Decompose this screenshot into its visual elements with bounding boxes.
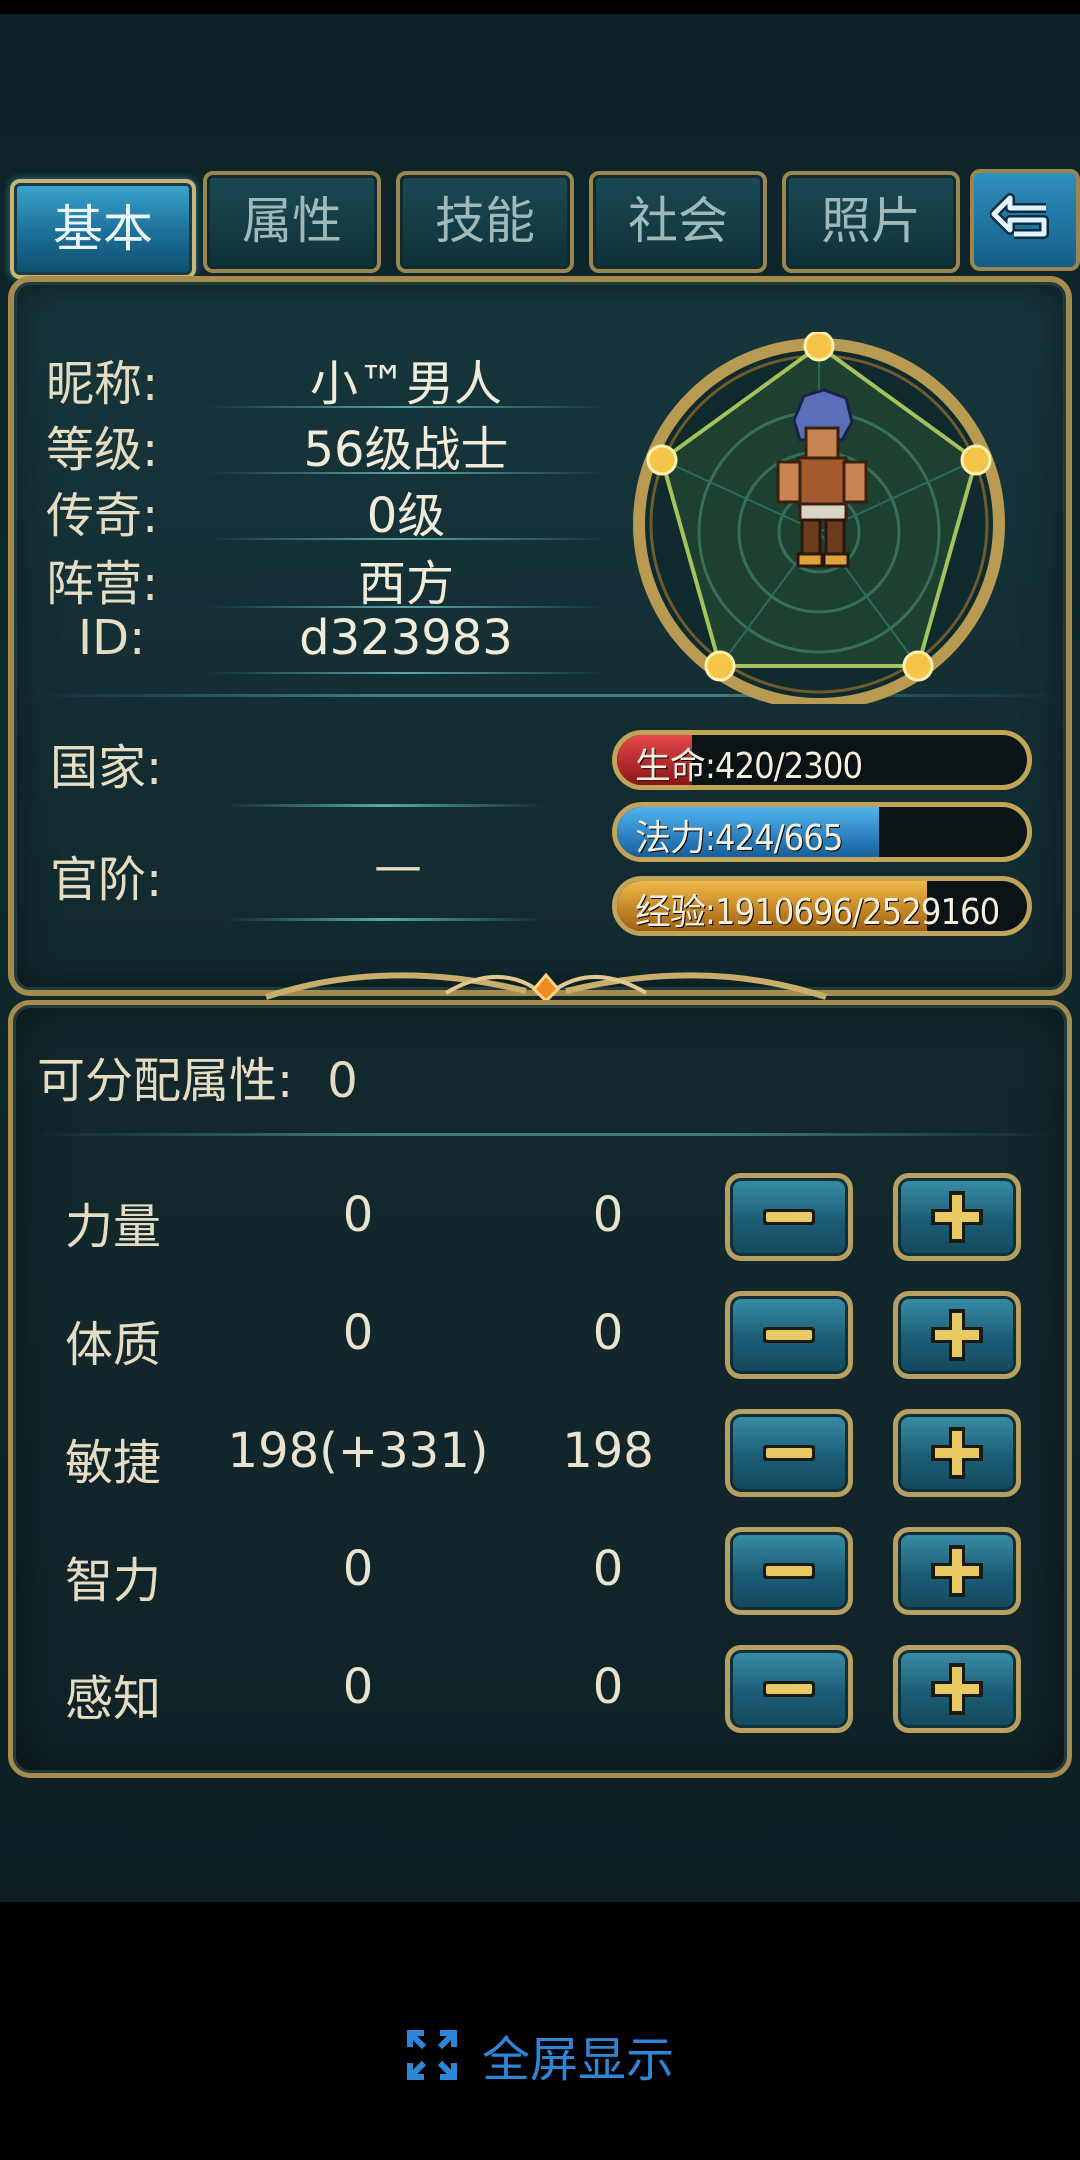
level-value: 56级战士 (303, 422, 509, 478)
character-avatar (633, 332, 1005, 704)
tab-skills[interactable]: 技能 (396, 171, 574, 273)
divider (33, 1133, 1057, 1136)
attr-name: 敏捷 (65, 1435, 162, 1491)
plus-icon (931, 1309, 983, 1361)
attr-row-constitution: 体质 0 0 (13, 1291, 1077, 1381)
exp-bar: 经验:1910696/2529160 (612, 876, 1032, 936)
attr-name: 感知 (65, 1671, 162, 1727)
attr-name: 体质 (65, 1317, 162, 1373)
faction-label: 阵营: (46, 556, 159, 612)
strength-minus-button[interactable] (725, 1173, 853, 1261)
faction-value: 西方 (357, 556, 454, 612)
tab-basic[interactable]: 基本 (10, 179, 196, 279)
id-label: ID: (78, 610, 146, 666)
attr-value: 0 (342, 1541, 374, 1597)
plus-icon (931, 1191, 983, 1243)
underline (206, 606, 606, 608)
level-label: 等级: (46, 422, 159, 478)
underline (206, 672, 606, 674)
game-screen: 基本 属性 技能 社会 照片 昵称: 小™男人 等级: 56级战士 传奇: 0级 (0, 14, 1080, 1902)
attr-base: 0 (592, 1305, 624, 1361)
minus-icon (763, 1681, 815, 1697)
tab-bar: 基本 属性 技能 社会 照片 (0, 149, 1080, 281)
free-points: 可分配属性: 0 (37, 1041, 358, 1111)
back-button[interactable] (970, 169, 1080, 271)
attr-base: 0 (592, 1187, 624, 1243)
attr-base: 0 (592, 1541, 624, 1597)
mp-text: 法力:424/665 (635, 818, 843, 859)
attr-value: 0 (342, 1305, 374, 1361)
agility-plus-button[interactable] (893, 1409, 1021, 1497)
expand-icon (406, 2030, 457, 2080)
tab-social[interactable]: 社会 (589, 171, 767, 273)
panel-ornament (265, 972, 827, 1004)
underline (206, 538, 606, 540)
attr-base: 0 (592, 1659, 624, 1715)
return-arrow-icon (990, 193, 1049, 239)
tab-attributes[interactable]: 属性 (203, 171, 381, 273)
minus-icon (763, 1445, 815, 1461)
fullscreen-label: 全屏显示 (481, 2032, 674, 2088)
rank-label: 官阶: (50, 852, 163, 908)
minus-icon (763, 1563, 815, 1579)
hp-bar: 生命:420/2300 (612, 730, 1032, 790)
tab-photos[interactable]: 照片 (782, 171, 960, 273)
attr-name: 智力 (65, 1553, 162, 1609)
agility-minus-button[interactable] (725, 1409, 853, 1497)
nickname-value: 小™男人 (309, 356, 502, 412)
strength-plus-button[interactable] (893, 1173, 1021, 1261)
legend-value: 0级 (366, 488, 446, 544)
free-points-label: 可分配属性: (37, 1053, 294, 1109)
exp-text: 经验:1910696/2529160 (635, 892, 1000, 933)
attr-name: 力量 (65, 1199, 162, 1255)
perception-plus-button[interactable] (893, 1645, 1021, 1733)
underline (206, 406, 606, 408)
intelligence-plus-button[interactable] (893, 1527, 1021, 1615)
attr-value: 198(+331) (227, 1423, 489, 1479)
mp-bar: 法力:424/665 (612, 802, 1032, 862)
legend-label: 传奇: (46, 488, 159, 544)
minus-icon (763, 1209, 815, 1225)
constitution-minus-button[interactable] (725, 1291, 853, 1379)
free-points-value: 0 (327, 1053, 358, 1109)
minus-icon (763, 1327, 815, 1343)
constitution-plus-button[interactable] (893, 1291, 1021, 1379)
attr-base: 198 (562, 1423, 654, 1479)
plus-icon (931, 1663, 983, 1715)
intelligence-minus-button[interactable] (725, 1527, 853, 1615)
attr-value: 0 (342, 1187, 374, 1243)
hp-text: 生命:420/2300 (635, 746, 863, 787)
attr-row-strength: 力量 0 0 (13, 1173, 1077, 1263)
plus-icon (931, 1545, 983, 1597)
attr-row-agility: 敏捷 198(+331) 198 (13, 1409, 1077, 1499)
attr-value: 0 (342, 1659, 374, 1715)
attributes-panel: 可分配属性: 0 力量 0 0 体质 0 0 敏捷 198(+331) 198 智… (8, 1000, 1072, 1778)
plus-icon (931, 1427, 983, 1479)
rank-value: — (374, 838, 422, 894)
rank-underline (224, 918, 544, 921)
country-label: 国家: (50, 740, 163, 796)
nickname-label: 昵称: (46, 356, 159, 412)
fullscreen-button[interactable]: 全屏显示 (0, 2020, 1080, 2090)
underline (206, 472, 606, 474)
attr-row-perception: 感知 0 0 (13, 1645, 1077, 1735)
attr-row-intelligence: 智力 0 0 (13, 1527, 1077, 1617)
perception-minus-button[interactable] (725, 1645, 853, 1733)
id-value: d323983 (299, 610, 513, 666)
country-underline (224, 804, 544, 807)
